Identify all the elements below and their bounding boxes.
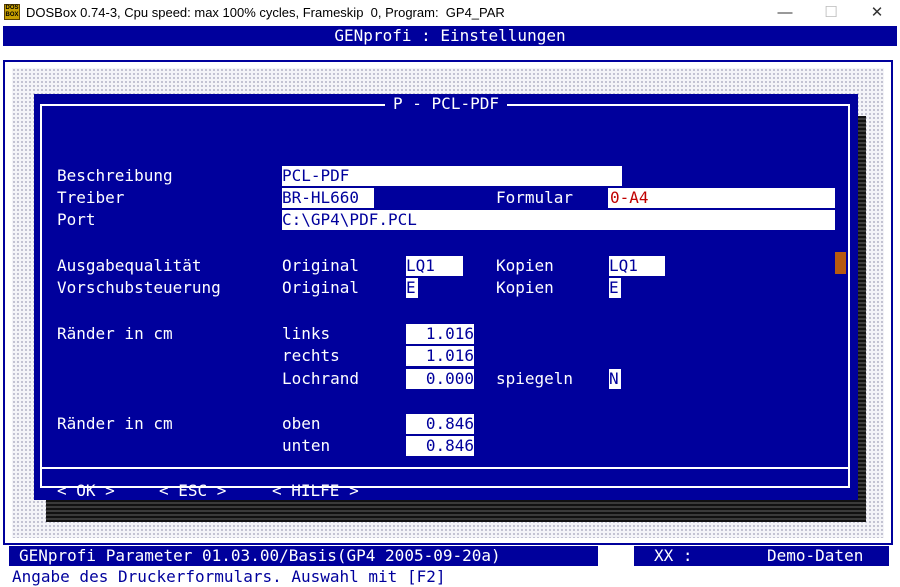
hint-line: Angabe des Druckerformulars. Auswahl mit… — [12, 567, 446, 586]
quality-kopien-field[interactable]: LQ1 — [609, 256, 665, 276]
dosbox-app-icon: DOS BOX — [4, 4, 20, 20]
lochrand-field[interactable]: 0.000 — [406, 369, 474, 389]
dialog-title: P - PCL-PDF — [34, 94, 858, 114]
dos-screen: GENprofi : Einstellungen P - PCL-PDF Bes… — [0, 26, 900, 587]
links-field[interactable]: 1.016 — [406, 324, 474, 344]
label-original-quality: Original — [282, 256, 360, 275]
label-raender-2: Ränder in cm — [57, 414, 173, 433]
beschreibung-field[interactable]: PCL-PDF — [282, 166, 622, 186]
feed-original-field[interactable]: E — [406, 278, 418, 298]
unten-field[interactable]: 0.846 — [406, 436, 474, 456]
label-unten: unten — [282, 436, 331, 455]
label-ausgabequalitaet: Ausgabequalität — [57, 256, 202, 275]
label-vorschubsteuerung: Vorschubsteuerung — [57, 278, 221, 297]
label-port: Port — [57, 210, 96, 229]
close-button[interactable]: ✕ — [854, 0, 900, 26]
feed-kopien-field[interactable]: E — [609, 278, 621, 298]
label-kopien-quality: Kopien — [496, 256, 554, 275]
port-field[interactable]: C:\GP4\PDF.PCL — [282, 210, 835, 230]
oben-field[interactable]: 0.846 — [406, 414, 474, 434]
printer-dialog: P - PCL-PDF Beschreibung Treiber Port PC… — [34, 94, 858, 500]
screen-header-title: GENprofi : Einstellungen — [334, 26, 566, 45]
scrollbar-thumb[interactable] — [835, 252, 846, 274]
label-raender-1: Ränder in cm — [57, 324, 173, 343]
treiber-field[interactable]: BR-HL660 — [282, 188, 359, 208]
quality-original-field[interactable]: LQ1 — [406, 256, 463, 276]
window-titlebar: DOS BOX DOSBox 0.74-3, Cpu speed: max 10… — [0, 0, 900, 26]
formular-field[interactable]: 0-A4 — [610, 188, 649, 208]
rechts-field[interactable]: 1.016 — [406, 346, 474, 366]
maximize-button[interactable]: ☐ — [808, 0, 854, 26]
status-data-set: Demo-Daten — [767, 546, 864, 565]
button-divider — [40, 467, 850, 469]
label-lochrand: Lochrand — [282, 369, 360, 388]
label-treiber: Treiber — [57, 188, 125, 207]
hilfe-button[interactable]: < HILFE > — [272, 481, 359, 501]
label-links: links — [282, 324, 331, 343]
spiegeln-field[interactable]: N — [609, 369, 621, 389]
status-bar: GENprofi Parameter 01.03.00/Basis(GP4 20… — [9, 546, 889, 566]
label-spiegeln: spiegeln — [496, 369, 574, 388]
ok-button[interactable]: < OK > — [57, 481, 115, 501]
label-original-feed: Original — [282, 278, 360, 297]
screen-header-bar: GENprofi : Einstellungen — [3, 26, 897, 46]
label-beschreibung: Beschreibung — [57, 166, 173, 185]
status-user: XX : — [654, 546, 693, 565]
label-rechts: rechts — [282, 346, 340, 365]
label-oben: oben — [282, 414, 321, 433]
minimize-button[interactable]: — — [762, 0, 808, 26]
window-title: DOSBox 0.74-3, Cpu speed: max 100% cycle… — [26, 5, 505, 20]
label-kopien-feed: Kopien — [496, 278, 554, 297]
esc-button[interactable]: < ESC > — [159, 481, 226, 501]
status-program-info: GENprofi Parameter 01.03.00/Basis(GP4 20… — [19, 546, 501, 565]
label-formular: Formular — [496, 188, 574, 207]
status-separator — [598, 546, 634, 566]
